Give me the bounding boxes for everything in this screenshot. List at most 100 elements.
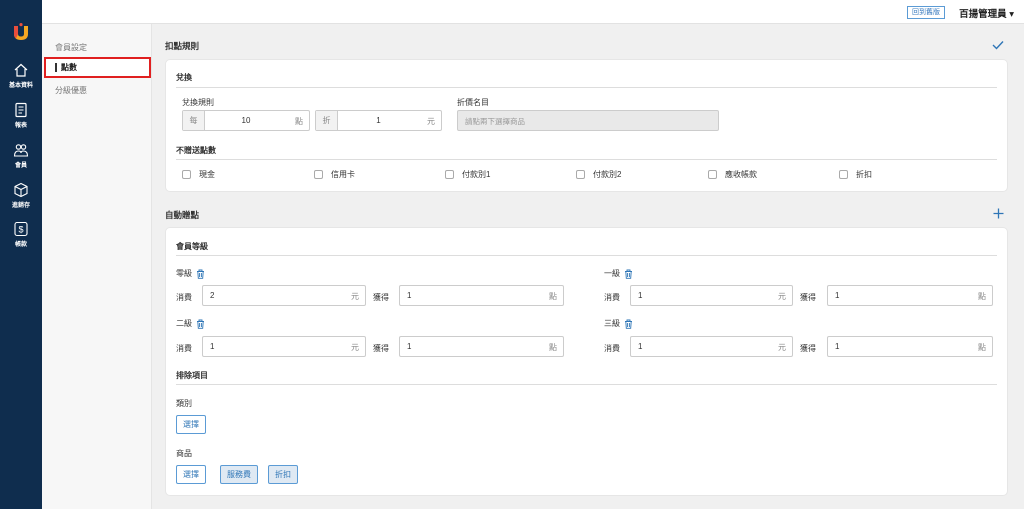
points-value: 10 xyxy=(241,116,251,125)
rail-label: 進銷存 xyxy=(11,203,30,209)
discount-prefix: 折 xyxy=(316,111,338,130)
divider xyxy=(176,87,997,88)
earn-value: 1 xyxy=(835,291,840,300)
subnav-item-points[interactable]: 點數 xyxy=(44,57,151,78)
trash-icon[interactable] xyxy=(624,269,633,279)
rail-item-members[interactable]: 會員 xyxy=(0,142,42,169)
checkbox-box[interactable] xyxy=(576,170,585,179)
auto-points-card: 會員等級 零級 消費 2 元 獲得 1 點 一級 消費 1 元 獲得 1 點 二… xyxy=(165,227,1008,496)
checkbox-payment-type-1[interactable]: 付款別1 xyxy=(445,169,490,180)
checkbox-receivables[interactable]: 應收帳款 xyxy=(708,169,757,180)
tier-0-earn-field[interactable]: 1 點 xyxy=(399,285,564,306)
spend-value: 1 xyxy=(210,342,215,351)
select-product-button[interactable]: 選擇 xyxy=(176,465,206,484)
discount-amount-field[interactable]: 折 1 元 xyxy=(315,110,442,131)
redeem-rules-card: 兌換 兌換規則 每 10 點 折 1 元 折價名目 請點兩下選擇商品 不贈送點數… xyxy=(165,59,1008,192)
exclude-heading: 排除項目 xyxy=(176,371,208,380)
spend-label: 消費 xyxy=(176,344,192,353)
category-label: 類別 xyxy=(176,399,192,408)
checkbox-label: 付款別2 xyxy=(593,170,622,179)
product-tag-service-fee[interactable]: 服務費 xyxy=(220,465,258,484)
no-points-heading: 不贈送點數 xyxy=(176,146,216,155)
checkbox-label: 現金 xyxy=(199,170,215,179)
discount-name-placeholder: 請點兩下選擇商品 xyxy=(465,117,525,126)
rail-item-reports[interactable]: 報表 xyxy=(0,102,42,129)
checkbox-box[interactable] xyxy=(839,170,848,179)
earn-value: 1 xyxy=(835,342,840,351)
tier-2-spend-field[interactable]: 1 元 xyxy=(202,336,366,357)
checkbox-credit-card[interactable]: 信用卡 xyxy=(314,169,355,180)
checkbox-payment-type-2[interactable]: 付款別2 xyxy=(576,169,621,180)
subnav-item-member-settings[interactable]: 會員設定 xyxy=(55,42,87,53)
points-unit: 點 xyxy=(549,343,557,352)
points-unit: 點 xyxy=(978,343,986,352)
checkbox-box[interactable] xyxy=(314,170,323,179)
checkbox-cash[interactable]: 現金 xyxy=(182,169,215,180)
checkbox-label: 折扣 xyxy=(856,170,872,179)
tier-1-spend-field[interactable]: 1 元 xyxy=(630,285,793,306)
subnav-item-tier-discounts[interactable]: 分級優惠 xyxy=(55,85,87,96)
discount-name-field[interactable]: 請點兩下選擇商品 xyxy=(457,110,719,131)
add-icon[interactable] xyxy=(993,208,1004,219)
exchange-heading: 兌換 xyxy=(176,73,192,82)
active-indicator xyxy=(55,63,57,72)
dollar-icon: $ xyxy=(14,221,28,237)
exchange-rule-label: 兌換規則 xyxy=(182,98,214,107)
checkbox-discount[interactable]: 折扣 xyxy=(839,169,872,180)
rail-item-accounts[interactable]: $ 帳款 xyxy=(0,221,42,248)
back-to-old-version-button[interactable]: 回到舊版 xyxy=(907,6,945,19)
tier-1: 一級 xyxy=(604,268,633,279)
tier-2: 二級 xyxy=(176,318,205,329)
checkbox-box[interactable] xyxy=(182,170,191,179)
product-tag-discount[interactable]: 折扣 xyxy=(268,465,298,484)
tier-1-earn-field[interactable]: 1 點 xyxy=(827,285,993,306)
trash-icon[interactable] xyxy=(624,319,633,329)
tier-3: 三級 xyxy=(604,318,633,329)
inventory-icon xyxy=(14,182,28,198)
spend-label: 消費 xyxy=(604,293,620,302)
top-bar: 回到舊版 百揚管理員 ▾ xyxy=(42,0,1024,24)
tier-name: 二級 xyxy=(176,319,192,328)
earn-label: 獲得 xyxy=(373,344,389,353)
tier-3-spend-field[interactable]: 1 元 xyxy=(630,336,793,357)
select-category-button[interactable]: 選擇 xyxy=(176,415,206,434)
user-menu[interactable]: 百揚管理員 ▾ xyxy=(959,6,1014,20)
checkbox-label: 付款別1 xyxy=(462,170,491,179)
discount-name-label: 折價名目 xyxy=(457,98,489,107)
spend-label: 消費 xyxy=(176,293,192,302)
app-logo xyxy=(14,23,28,40)
checkbox-box[interactable] xyxy=(708,170,717,179)
spend-label: 消費 xyxy=(604,344,620,353)
tier-2-earn-field[interactable]: 1 點 xyxy=(399,336,564,357)
tier-name: 三級 xyxy=(604,319,620,328)
dollar-unit: 元 xyxy=(778,292,786,301)
points-unit: 點 xyxy=(549,292,557,301)
redeem-rules-title: 扣點規則 xyxy=(165,41,200,51)
tier-0: 零級 xyxy=(176,268,205,279)
product-label: 商品 xyxy=(176,449,192,458)
trash-icon[interactable] xyxy=(196,269,205,279)
spend-value: 1 xyxy=(638,291,643,300)
svg-text:$: $ xyxy=(18,225,23,235)
points-per-field[interactable]: 每 10 點 xyxy=(182,110,310,131)
divider xyxy=(176,159,997,160)
checkbox-box[interactable] xyxy=(445,170,454,179)
points-unit: 點 xyxy=(978,292,986,301)
per-prefix: 每 xyxy=(183,111,205,130)
divider xyxy=(176,255,997,256)
report-icon xyxy=(15,102,27,118)
earn-label: 獲得 xyxy=(373,293,389,302)
spend-value: 1 xyxy=(638,342,643,351)
checkbox-label: 應收帳款 xyxy=(725,170,757,179)
auto-points-title: 自動贈點 xyxy=(165,210,200,220)
tier-0-spend-field[interactable]: 2 元 xyxy=(202,285,366,306)
tier-3-earn-field[interactable]: 1 點 xyxy=(827,336,993,357)
sub-nav: 會員設定 點數 分級優惠 xyxy=(42,24,152,509)
rail-item-basic-data[interactable]: 基本資料 xyxy=(0,62,42,89)
trash-icon[interactable] xyxy=(196,319,205,329)
checkbox-label: 信用卡 xyxy=(331,170,355,179)
tier-name: 一級 xyxy=(604,269,620,278)
check-icon[interactable] xyxy=(992,40,1004,50)
rail-item-inventory[interactable]: 進銷存 xyxy=(0,182,42,209)
dollar-unit: 元 xyxy=(351,292,359,301)
